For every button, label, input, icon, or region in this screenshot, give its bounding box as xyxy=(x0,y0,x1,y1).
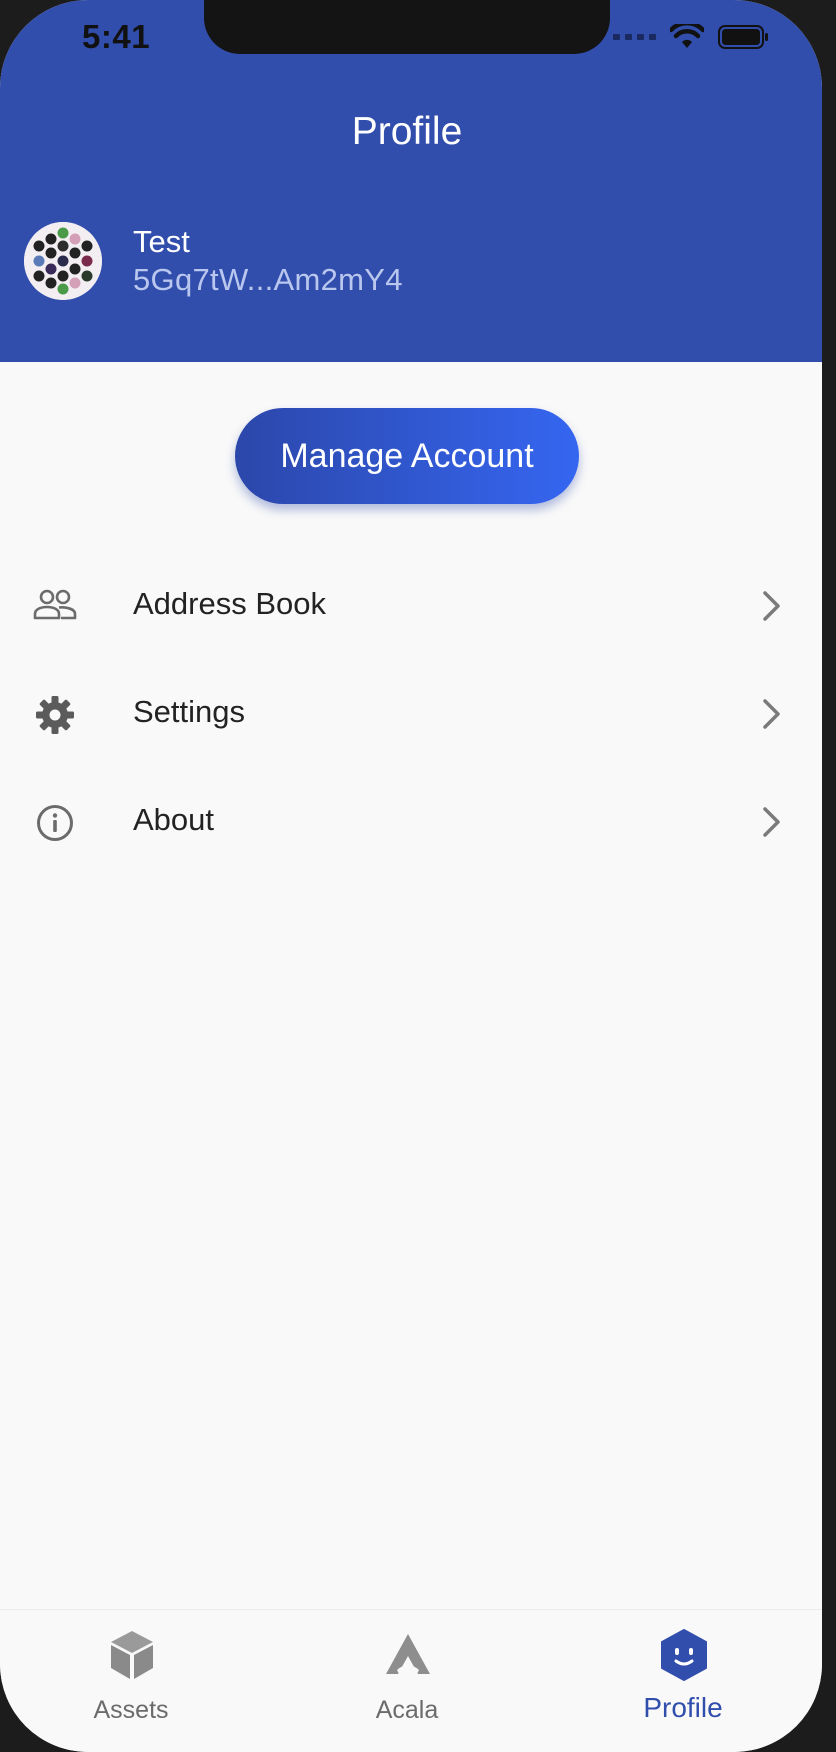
menu-item-address-book[interactable]: Address Book xyxy=(0,558,822,654)
nav-label: Acala xyxy=(375,1696,439,1724)
signal-icon xyxy=(613,34,656,40)
profile-header: 5:41 Profile Test 5Gq7tW...Am2mY4 xyxy=(0,0,822,362)
nav-label: Profile xyxy=(643,1692,723,1723)
page-title: Profile xyxy=(351,110,463,153)
identicon-icon xyxy=(24,222,102,300)
menu-item-settings[interactable]: Settings xyxy=(0,666,822,762)
wifi-icon xyxy=(670,24,704,48)
menu-item-label: Settings xyxy=(133,694,246,729)
phone-screen: 5:41 Profile Test 5Gq7tW...Am2mY4 Manage… xyxy=(0,0,822,1752)
status-time: 5:41 xyxy=(82,18,151,55)
bottom-navigation: Assets Acala Profile xyxy=(0,1609,822,1752)
people-icon xyxy=(33,589,77,620)
cube-icon xyxy=(111,1631,153,1679)
status-icons xyxy=(613,24,770,50)
nav-label: Assets xyxy=(93,1696,169,1724)
nav-tab-acala[interactable]: Acala xyxy=(307,1610,507,1750)
nav-tab-profile[interactable]: Profile xyxy=(583,1610,783,1750)
battery-icon xyxy=(718,25,768,49)
account-address[interactable]: 5Gq7tW...Am2mY4 xyxy=(133,262,403,298)
account-avatar[interactable] xyxy=(24,222,102,300)
menu-item-about[interactable]: About xyxy=(0,774,822,870)
acala-logo-icon xyxy=(386,1634,430,1674)
manage-account-button[interactable]: Manage Account xyxy=(235,408,579,504)
account-name: Test xyxy=(133,224,190,259)
profile-face-icon xyxy=(661,1629,707,1681)
gear-icon xyxy=(36,696,74,734)
menu-item-label: About xyxy=(133,802,215,837)
menu-item-label: Address Book xyxy=(133,586,326,621)
chevron-right-icon xyxy=(763,591,780,621)
device-notch xyxy=(204,0,610,54)
nav-tab-assets[interactable]: Assets xyxy=(31,1610,231,1750)
chevron-right-icon xyxy=(763,807,780,837)
info-icon xyxy=(37,805,73,841)
chevron-right-icon xyxy=(763,699,780,729)
